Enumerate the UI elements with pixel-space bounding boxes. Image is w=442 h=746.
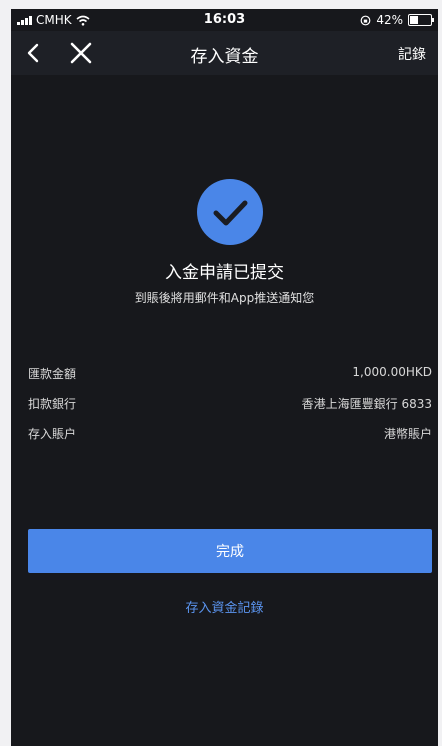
rotation-lock-icon	[360, 15, 371, 25]
navigation-bar: 存入資金 記錄	[11, 31, 438, 75]
done-button[interactable]: 完成	[28, 529, 432, 573]
detail-label: 存入賬户	[28, 427, 77, 441]
battery-icon	[408, 14, 434, 26]
detail-row-amount: 匯款金額 1,000.00HKD	[28, 365, 432, 385]
status-bar: CMHK 16:03 42%	[11, 9, 438, 31]
detail-value: 港幣賬户	[383, 427, 432, 441]
result-title: 入金申請已提交	[165, 263, 284, 283]
records-button[interactable]: 記錄	[398, 44, 426, 64]
detail-value: 香港上海匯豐銀行 6833	[301, 397, 432, 411]
detail-label: 匯款金額	[28, 367, 77, 381]
detail-label: 扣款銀行	[28, 397, 77, 411]
page-title: 存入資金	[190, 47, 259, 67]
success-check-icon	[197, 179, 263, 245]
result-subtitle: 到賬後將用郵件和App推送通知您	[134, 291, 315, 305]
detail-value: 1,000.00HKD	[352, 365, 432, 379]
battery-percent: 42%	[376, 13, 403, 27]
detail-row-account: 存入賬户 港幣賬户	[28, 425, 432, 445]
detail-row-bank: 扣款銀行 香港上海匯豐銀行 6833	[28, 395, 432, 415]
app-screen: CMHK 16:03 42% 存入資金 記錄 入金申請已提交 到賬後將用郵件和A…	[11, 9, 438, 746]
deposit-records-link[interactable]: 存入資金記錄	[11, 597, 438, 616]
status-right: 42%	[360, 13, 434, 27]
